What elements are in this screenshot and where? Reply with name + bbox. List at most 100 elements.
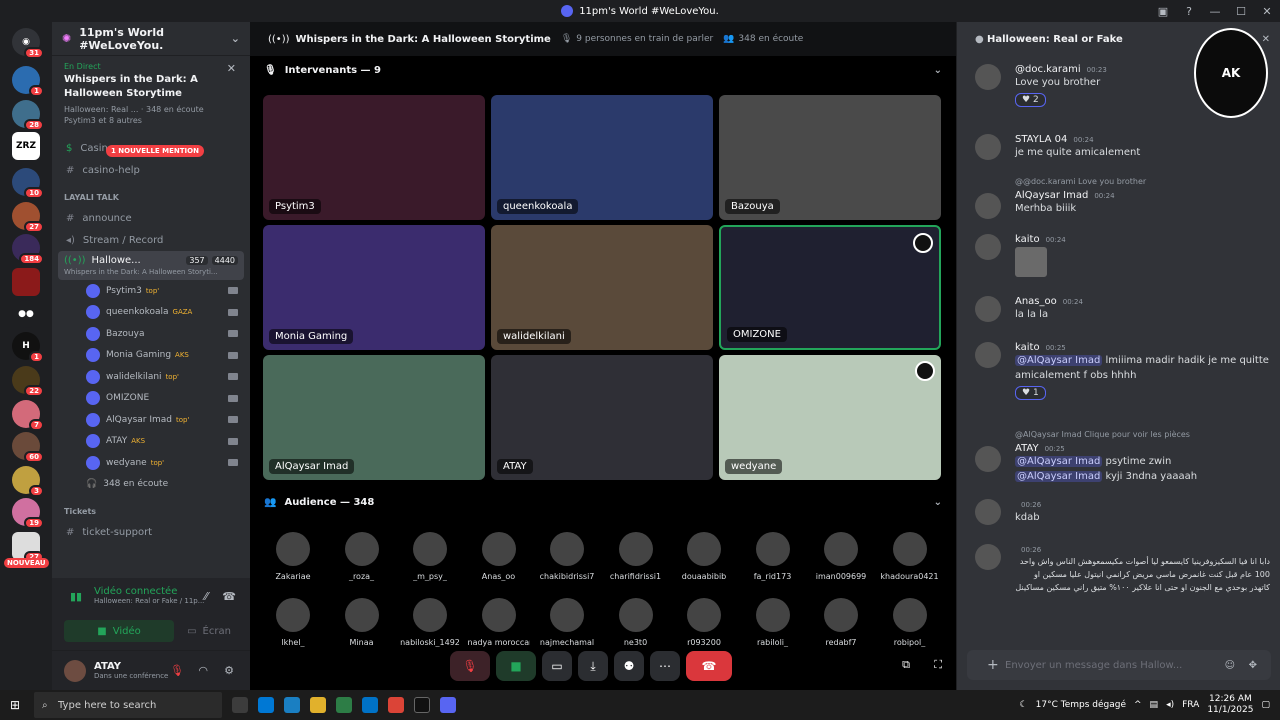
add-attachment-icon[interactable]: +	[987, 657, 999, 673]
outlook-icon[interactable]	[362, 697, 378, 713]
mic-muted-button[interactable]: 🎙	[450, 651, 490, 681]
reply-preview[interactable]: @AlQaysar Imad Clique pour voir les pièc…	[1015, 430, 1270, 439]
video-tile[interactable]: Bazouya	[719, 95, 941, 220]
server-icon[interactable]: 1	[12, 66, 44, 97]
minimize-button[interactable]: —	[1202, 5, 1228, 18]
chat-message[interactable]: @doc.karami 00:23 Love you brother ♥ 2	[975, 62, 1270, 107]
audience-member[interactable]: najmechamal	[536, 598, 598, 647]
server-icon[interactable]: 3	[12, 466, 44, 497]
audience-member[interactable]: fa_rid173	[742, 532, 804, 581]
server-icon[interactable]: 60	[12, 432, 44, 463]
listening-count[interactable]: 🎧 348 en écoute	[52, 474, 250, 496]
network-icon[interactable]: ▤	[1150, 700, 1159, 710]
popout-icon[interactable]: ⧉	[902, 658, 910, 672]
help-icon[interactable]: ?	[1176, 5, 1202, 18]
voice-member[interactable]: ATAY AKS	[52, 431, 250, 453]
speakers-section-header[interactable]: 🎙 Intervenants — 9 ⌄	[250, 56, 956, 84]
message-author[interactable]: kaito	[1015, 342, 1040, 353]
voice-member[interactable]: OMIZONE	[52, 388, 250, 410]
avatar[interactable]	[975, 499, 1001, 525]
share-screen-button[interactable]: ▭	[542, 651, 572, 681]
voice-member[interactable]: AlQaysar Imad top'	[52, 409, 250, 431]
sticker-image[interactable]	[1015, 247, 1047, 277]
avatar[interactable]	[64, 659, 86, 682]
avatar[interactable]	[975, 544, 1001, 570]
channel-announce[interactable]: # announce	[52, 207, 250, 229]
task-view-icon[interactable]	[232, 697, 248, 713]
audience-member[interactable]: Anas_oo	[468, 532, 530, 581]
server-icon[interactable]: 28	[12, 100, 44, 131]
server-zrz[interactable]: ZRZ	[12, 132, 40, 160]
server-icon[interactable]: 19	[12, 498, 44, 529]
chat-message[interactable]: kaito 00:25 @AlQaysar Imad lmiiima madir h…	[975, 340, 1270, 400]
noise-suppression-icon[interactable]: ⁄⁄	[204, 590, 208, 603]
server-icon[interactable]: H1	[12, 332, 44, 363]
video-tile[interactable]: OMIZONE	[719, 225, 941, 350]
avatar[interactable]	[975, 64, 1001, 90]
notification-icon[interactable]: ▢	[1261, 700, 1270, 710]
pin-icon[interactable]	[915, 361, 935, 381]
audience-member[interactable]: nabiloski_1492	[399, 598, 461, 647]
message-input[interactable]: + Envoyer un message dans Hallow... ☺ ✥	[967, 650, 1271, 680]
video-tile[interactable]: Psytim3	[263, 95, 485, 220]
video-tile[interactable]: Monia Gaming	[263, 225, 485, 350]
voice-member[interactable]: queenkokoala GAZA	[52, 302, 250, 324]
audience-member[interactable]: r093200	[673, 598, 735, 647]
volume-icon[interactable]: ◂)	[1166, 700, 1174, 710]
avatar[interactable]	[975, 234, 1001, 260]
audience-member[interactable]: khadoura0421	[879, 532, 941, 581]
message-author[interactable]: STAYLA 04	[1015, 134, 1067, 145]
audience-member[interactable]: Zakariae	[262, 532, 324, 581]
headphones-icon[interactable]: ◠	[198, 664, 208, 677]
chat-message[interactable]: 00:26 kdab	[975, 497, 1270, 525]
new-mention-badge[interactable]: 1 NOUVELLE MENTION	[106, 145, 204, 157]
disconnect-icon[interactable]: ☎	[222, 590, 236, 603]
live-event-card[interactable]: En Direct Whispers in the Dark: A Hallow…	[52, 56, 250, 131]
obs-icon[interactable]	[414, 697, 430, 713]
chat-message[interactable]: STAYLA 04 00:24 je me quite amicalement	[975, 132, 1270, 160]
reply-preview[interactable]: @@doc.karami Love you brother	[1015, 177, 1270, 186]
message-author[interactable]: ATAY	[1015, 443, 1039, 454]
more-options-icon[interactable]: ⋯	[650, 651, 680, 681]
audience-member[interactable]: chakibidrissi7	[536, 532, 598, 581]
language-indicator[interactable]: FRA	[1182, 700, 1199, 710]
pin-icon[interactable]	[913, 233, 933, 253]
discord-taskbar-icon[interactable]	[440, 697, 456, 713]
avatar[interactable]	[975, 134, 1001, 160]
channel-ticket-support[interactable]: # ticket-support	[52, 521, 250, 543]
video-tile[interactable]: queenkokoala	[491, 95, 713, 220]
edge-icon[interactable]	[284, 697, 300, 713]
avatar[interactable]	[975, 296, 1001, 322]
maximize-button[interactable]: ☐	[1228, 5, 1254, 18]
clock[interactable]: 12:26 AM 11/1/2025	[1207, 694, 1253, 716]
file-explorer-icon[interactable]	[310, 697, 326, 713]
active-stage-channel[interactable]: ((•)) Hallowe... 357 4440 Whispers in th…	[58, 251, 244, 280]
weather-label[interactable]: 17°C Temps dégagé	[1036, 700, 1126, 710]
audience-member[interactable]: Minaa	[331, 598, 393, 647]
apps-icon[interactable]: ✥	[1249, 660, 1257, 671]
audience-member[interactable]: nadya moroccan	[468, 598, 530, 647]
fullscreen-icon[interactable]: ⛶	[934, 658, 942, 672]
voice-member[interactable]: walidelkilani top'	[52, 366, 250, 388]
chat-message[interactable]: kaito 00:24	[975, 232, 1270, 277]
gear-icon[interactable]: ⚙	[224, 664, 234, 677]
server-icon[interactable]: 7	[12, 400, 44, 431]
audience-member[interactable]: ne3t0	[605, 598, 667, 647]
message-author[interactable]: Anas_oo	[1015, 296, 1057, 307]
message-author[interactable]: kaito	[1015, 234, 1040, 245]
audience-member[interactable]: redabf7	[810, 598, 872, 647]
category-tickets[interactable]: Tickets	[52, 501, 250, 521]
video-tile[interactable]: ATAY	[491, 355, 713, 480]
video-tile[interactable]: AlQaysar Imad	[263, 355, 485, 480]
windows-start-icon[interactable]: ⊞	[10, 698, 20, 712]
close-button[interactable]: ✕	[1254, 5, 1280, 18]
message-author[interactable]: @doc.karami	[1015, 64, 1081, 75]
channel-casino[interactable]: $ Casin 1 NOUVELLE MENTION	[52, 137, 250, 159]
store-icon[interactable]	[336, 697, 352, 713]
chat-message[interactable]: @@doc.karami Love you brother AlQaysar Im…	[975, 177, 1270, 219]
chat-message[interactable]: Anas_oo 00:24 la la la	[975, 294, 1270, 322]
leave-call-button[interactable]: ☎	[686, 651, 732, 681]
server-icon[interactable]: ●●	[12, 300, 40, 328]
avatar[interactable]	[975, 446, 1001, 472]
server-icon[interactable]: 27	[12, 532, 44, 563]
